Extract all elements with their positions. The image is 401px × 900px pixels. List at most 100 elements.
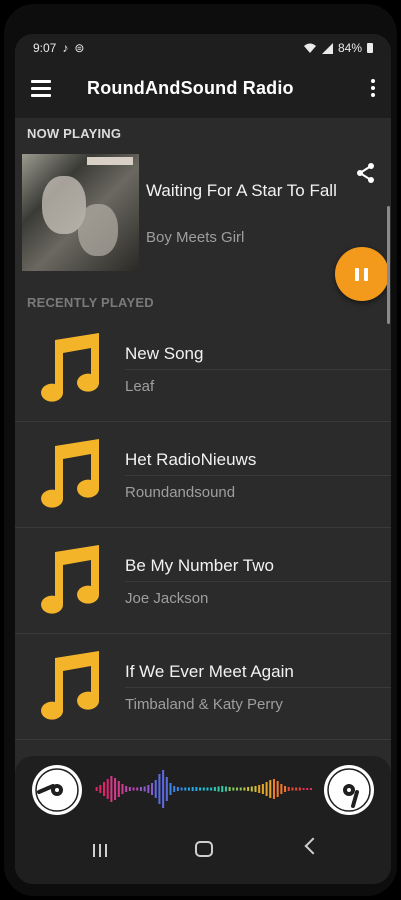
vinyl-disc-icon[interactable] [321,762,377,818]
visualizer-bar [250,786,253,792]
album-art[interactable] [22,154,139,271]
visualizer-bar [102,782,106,796]
visualizer-bar [295,787,298,791]
visualizer-bar [187,787,190,791]
app-bar: RoundAndSound Radio [15,62,391,118]
visualizer-bar [224,786,227,792]
visualizer-bar [276,781,279,797]
music-note-icon [41,651,100,720]
status-bar: 9:07 ♪ ⊜ 84% [15,34,391,62]
now-playing-header: NOW PLAYING [27,126,122,141]
visualizer-bar [158,774,161,804]
visualizer-bar [202,787,205,791]
nav-home-icon[interactable] [195,841,213,857]
signal-icon [321,42,333,54]
visualizer-bar [217,786,220,792]
visualizer-bar [213,787,216,791]
visualizer-bar [287,787,290,791]
vinyl-disc-icon[interactable] [29,762,85,818]
visualizer-bar [99,785,102,793]
visualizer-bar [106,779,109,799]
audio-visualizer [95,770,312,808]
status-time: 9:07 [33,41,57,55]
music-status-icon: ♪ [62,41,69,55]
visualizer-bar [95,787,98,791]
visualizer-bar [284,786,287,792]
screen: 9:07 ♪ ⊜ 84% RoundAndSound Radio NOW PLA… [15,34,391,884]
visualizer-bar [136,787,139,791]
visualizer-bar [236,787,239,791]
visualizer-bar [132,787,135,791]
visualizer-bar [210,787,213,791]
share-icon[interactable] [355,162,377,184]
pause-button[interactable] [335,247,389,301]
visualizer-bar [243,787,246,791]
visualizer-bar [154,780,157,798]
visualizer-bar [199,787,202,791]
visualizer-bar [221,786,224,792]
visualizer-bar [173,786,176,792]
visualizer-bar [125,786,128,792]
battery-level: 84% [337,41,362,55]
visualizer-bar [306,788,309,790]
visualizer-bar [121,784,124,794]
list-item[interactable]: Be My Number Two Joe Jackson [15,528,391,634]
list-item[interactable]: New Song Leaf [15,316,391,422]
now-playing-title: Waiting For A Star To Fall [146,181,337,200]
visualizer-bar [254,786,257,792]
visualizer-bar [269,780,272,798]
visualizer-bar [302,788,305,790]
visualizer-bar [169,783,172,795]
app-title: RoundAndSound Radio [87,78,294,98]
music-note-icon [41,545,100,614]
song-artist: Leaf [125,378,155,395]
nav-back-icon[interactable] [304,837,322,855]
scrollbar[interactable] [387,206,390,324]
song-title: If We Ever Meet Again [125,662,294,681]
phone-frame: 9:07 ♪ ⊜ 84% RoundAndSound Radio NOW PLA… [4,4,397,896]
visualizer-bar [206,787,209,791]
visualizer-bar [128,787,131,791]
wifi-icon [303,43,316,53]
visualizer-bar [139,787,142,791]
recently-played-header: RECENTLY PLAYED [27,295,154,310]
visualizer-bar [165,777,168,801]
music-note-icon [41,333,100,402]
visualizer-bar [291,787,294,791]
visualizer-bar [147,785,150,793]
visualizer-bar [143,786,146,792]
visualizer-bar [191,787,194,791]
visualizer-bar [184,787,187,791]
song-title: New Song [125,344,204,363]
visualizer-bar [151,783,154,795]
battery-icon [367,43,373,53]
visualizer-bar [117,781,120,797]
visualizer-bar [272,779,275,799]
sync-status-icon: ⊜ [74,41,85,55]
visualizer-bar [298,787,301,791]
visualizer-bar [180,787,183,791]
visualizer-bar [261,784,264,794]
visualizer-bar [110,776,113,802]
player-bar [15,756,391,822]
nav-recents-icon[interactable] [93,842,111,861]
visualizer-bar [228,787,231,791]
visualizer-bar [309,788,312,790]
visualizer-bar [162,770,165,808]
visualizer-bar [265,782,268,796]
visualizer-bar [195,787,198,791]
song-artist: Joe Jackson [125,590,209,607]
system-nav-bar [15,822,391,884]
more-vert-icon[interactable] [371,79,375,100]
music-note-icon [41,439,100,508]
visualizer-bar [232,787,235,791]
visualizer-bar [258,785,261,793]
song-title: Het RadioNieuws [125,450,257,469]
list-item[interactable]: Het RadioNieuws Roundandsound [15,422,391,528]
visualizer-bar [280,784,283,794]
visualizer-bar [114,778,117,800]
list-item[interactable]: If We Ever Meet Again Timbaland & Katy P… [15,634,391,740]
menu-icon[interactable] [31,80,51,97]
visualizer-bar [239,787,242,791]
visualizer-bar [176,787,179,791]
